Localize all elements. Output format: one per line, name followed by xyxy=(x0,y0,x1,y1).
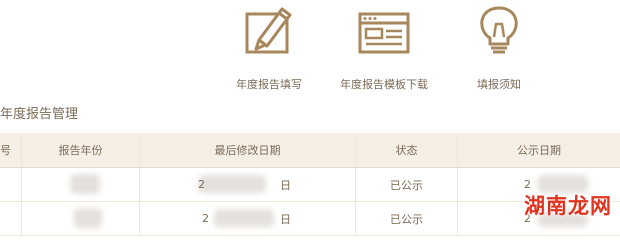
shortcut-label: 填报须知 xyxy=(477,78,521,91)
status-cell: 已公示 xyxy=(356,168,458,201)
redacted-value xyxy=(70,174,100,194)
column-header-status: 状态 xyxy=(356,133,458,167)
column-header-number: 号 xyxy=(0,133,22,167)
annual-report-fill-shortcut[interactable]: 年度报告填写 xyxy=(214,2,324,92)
column-header-last-modified: 最后修改日期 xyxy=(140,133,356,167)
report-year-cell xyxy=(22,168,140,201)
row-number-cell xyxy=(0,202,22,235)
annual-report-table: 号 报告年份 最后修改日期 状态 公示日期 2 日 已公示 2 2 日 已公示 … xyxy=(0,133,620,236)
report-year-cell xyxy=(22,202,140,235)
redacted-value xyxy=(198,175,266,193)
section-title: 年度报告管理 xyxy=(0,107,79,122)
last-modified-cell: 2 日 xyxy=(140,168,356,201)
template-download-shortcut[interactable]: 年度报告模板下载 xyxy=(329,2,439,92)
site-watermark: 湖南龙网 xyxy=(524,194,612,218)
table-header-row: 号 报告年份 最后修改日期 状态 公示日期 xyxy=(0,133,620,168)
column-header-publish-date: 公示日期 xyxy=(517,144,561,157)
filing-instructions-shortcut[interactable]: 填报须知 xyxy=(444,2,554,92)
shortcut-label: 年度报告模板下载 xyxy=(340,78,428,91)
shortcut-label: 年度报告填写 xyxy=(236,78,302,91)
last-modified-cell: 2 日 xyxy=(140,202,356,235)
redacted-value xyxy=(214,209,274,227)
edit-pencil-icon xyxy=(214,2,324,66)
lightbulb-icon xyxy=(444,2,554,66)
redacted-value xyxy=(74,208,102,228)
status-cell: 已公示 xyxy=(356,202,458,235)
row-number-cell xyxy=(0,168,22,201)
template-download-icon xyxy=(329,2,439,66)
column-header-report-year: 报告年份 xyxy=(22,133,140,167)
